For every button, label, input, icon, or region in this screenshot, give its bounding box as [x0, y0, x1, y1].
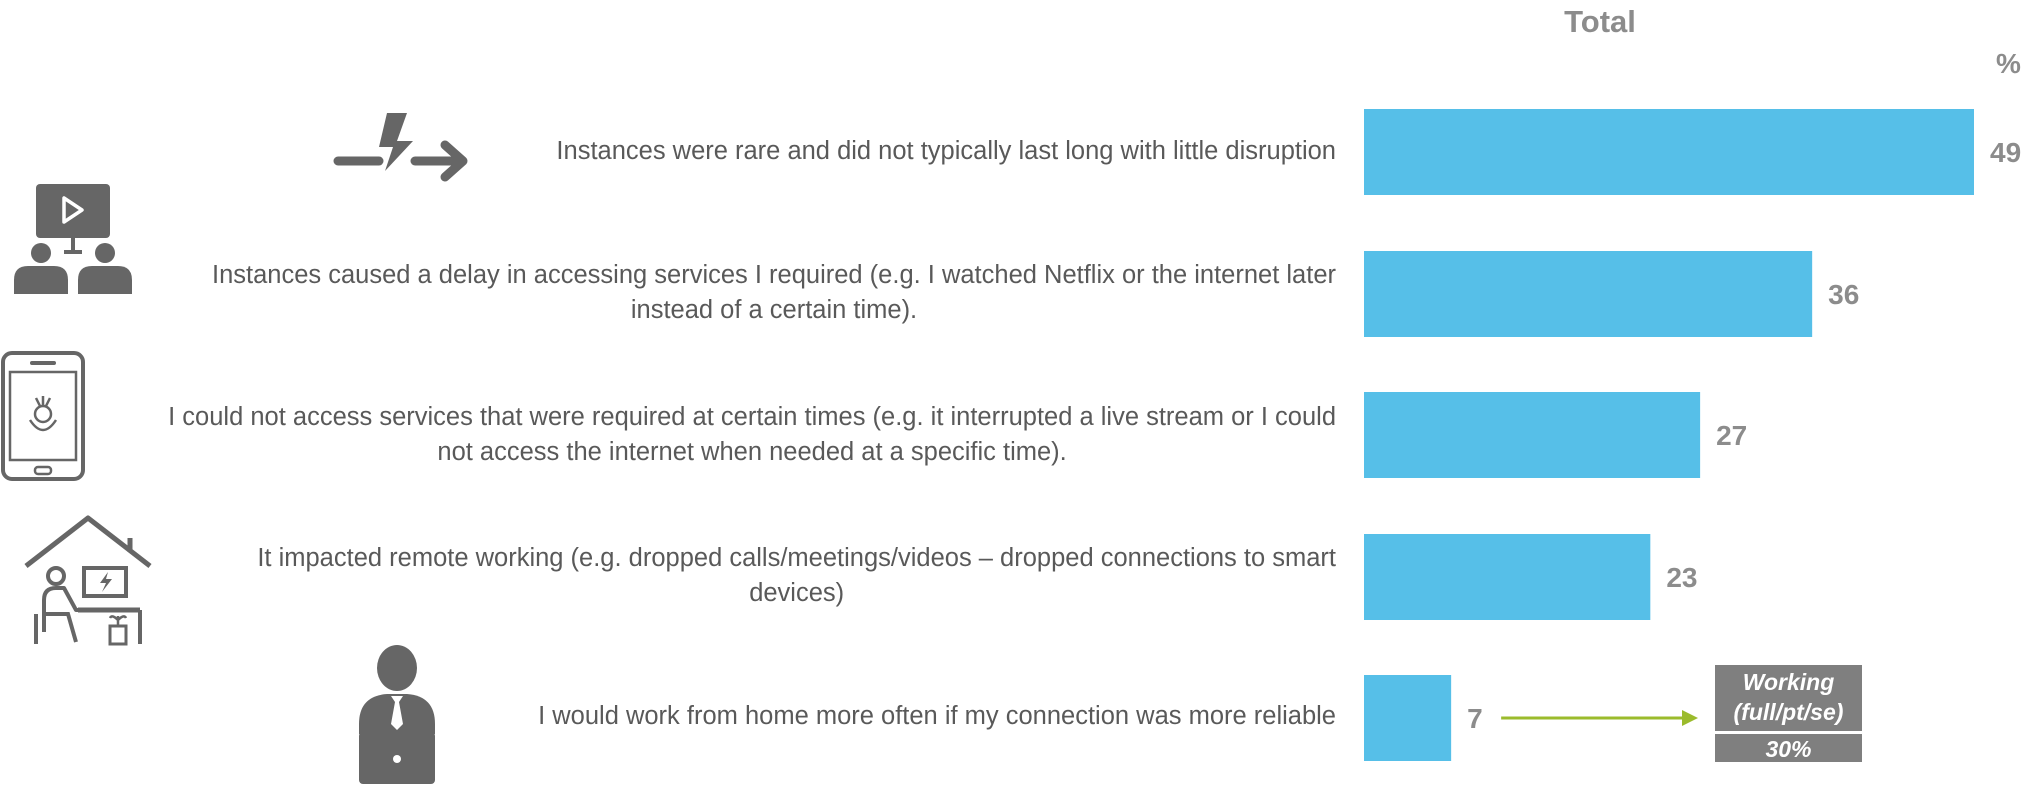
- bar-4: [1364, 534, 1651, 620]
- value-label-1: 49: [1990, 137, 2021, 168]
- working-callout-value: 30%: [1715, 731, 1862, 762]
- value-label-4: 23: [1666, 562, 1697, 593]
- bar-2: [1364, 251, 1813, 337]
- bar-1: [1364, 109, 1974, 195]
- bar-5: [1364, 675, 1452, 761]
- bar-3: [1364, 392, 1701, 478]
- value-label-3: 27: [1716, 420, 1747, 451]
- value-label-2: 36: [1828, 279, 1859, 310]
- value-label-5: 7: [1467, 703, 1483, 734]
- callout-arrow-head: [1682, 710, 1698, 726]
